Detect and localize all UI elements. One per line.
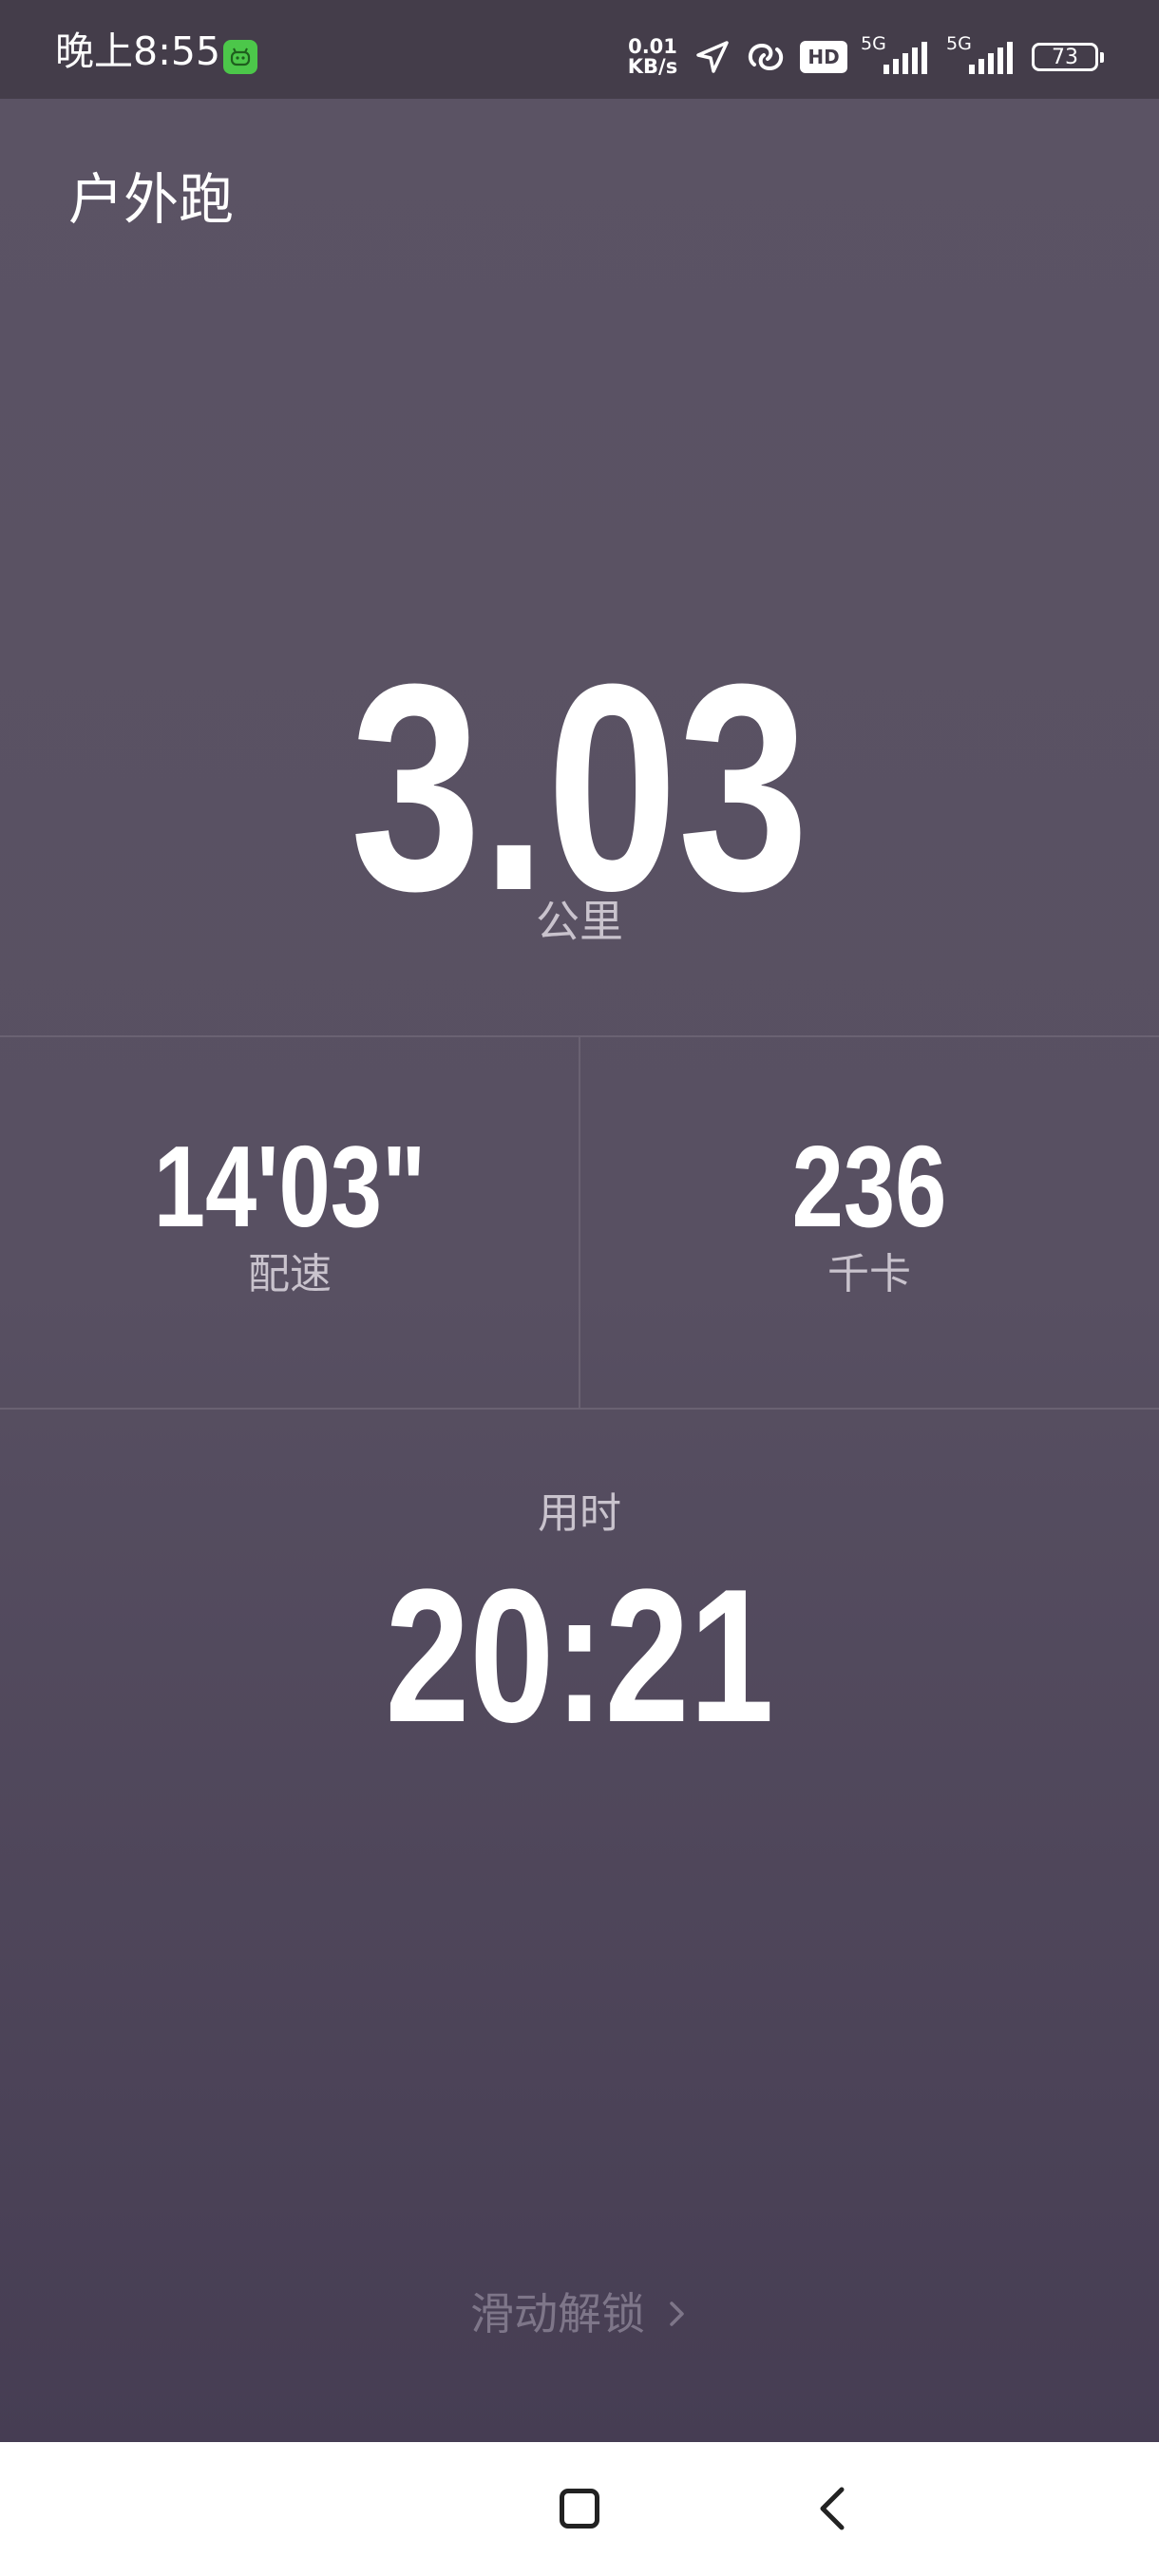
- signal-bars-icon: [969, 42, 1013, 74]
- divider: [0, 1408, 1159, 1410]
- square-home-icon[interactable]: [560, 2489, 599, 2529]
- signal-bars-icon: [884, 42, 927, 74]
- slide-to-unlock[interactable]: 滑动解锁: [0, 2285, 1159, 2342]
- battery-level: 73: [1052, 45, 1078, 69]
- cellular-signal-2: 5G: [946, 34, 1018, 80]
- status-time: 晚上8:55: [55, 28, 221, 74]
- page-title: 户外跑: [68, 167, 235, 232]
- calories-stat: 236 千卡: [580, 1125, 1159, 1301]
- chevron-right-icon: [670, 2301, 684, 2326]
- calories-value: 236: [791, 1122, 947, 1251]
- status-indicators: 0.01 KB/s HD 5G 5G 73: [625, 34, 1104, 80]
- location-arrow-icon: [696, 41, 729, 73]
- duration-value: 20:21: [385, 1550, 774, 1762]
- pace-value: 14'03": [153, 1122, 427, 1251]
- workout-screen: 户外跑 3.03 公里 14'03" 配速 236 千卡 用时 20:21 滑动…: [0, 99, 1159, 2442]
- pace-label: 配速: [248, 1250, 332, 1298]
- hotspot-link-icon: [748, 43, 784, 71]
- unlock-label: 滑动解锁: [470, 2288, 645, 2339]
- chevron-left-back-icon[interactable]: [815, 2484, 849, 2533]
- network-speed: 0.01 KB/s: [625, 37, 680, 77]
- cellular-signal-1: 5G: [861, 34, 933, 80]
- network-speed-unit: KB/s: [627, 55, 678, 78]
- hd-voice-badge: HD: [800, 41, 847, 73]
- network-speed-value: 0.01: [628, 35, 677, 58]
- distance-value: 3.03: [350, 622, 809, 952]
- distance-unit: 公里: [536, 896, 623, 947]
- navigation-bar: [0, 2442, 1159, 2576]
- status-bar: 晚上8:55 0.01 KB/s HD 5G 5G 73: [0, 0, 1159, 99]
- calories-label: 千卡: [827, 1250, 911, 1298]
- pace-stat: 14'03" 配速: [0, 1125, 580, 1301]
- android-robot-icon: [223, 40, 257, 74]
- duration-label: 用时: [538, 1489, 621, 1538]
- battery-icon: 73: [1032, 43, 1104, 71]
